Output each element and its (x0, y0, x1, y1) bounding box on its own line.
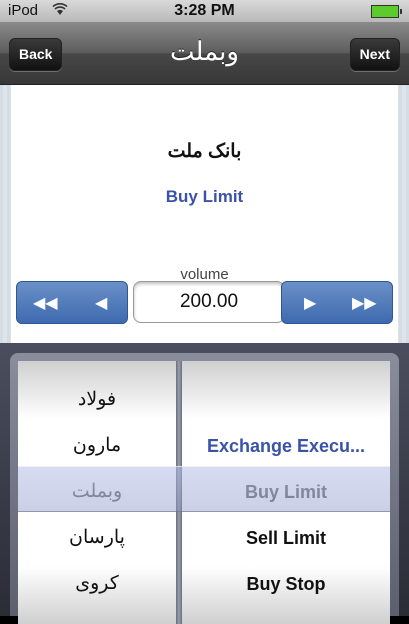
order-type-option[interactable]: Exchange Execu... (182, 423, 390, 469)
back-button[interactable]: Back (9, 38, 63, 71)
page-title: وبملت (170, 36, 239, 66)
order-type-picker-wheel[interactable]: Exchange Execu... Buy Limit Sell Limit B… (182, 361, 390, 624)
status-bar: iPod 3:28 PM (0, 0, 409, 22)
step-back-icon[interactable]: ◀ (95, 293, 107, 313)
order-type-option[interactable]: Buy Stop (182, 561, 390, 607)
picker-area: فولاد مارون وبملت پارسان کروی Exchange E… (0, 343, 409, 624)
symbol-option[interactable]: پارسان (18, 515, 176, 561)
volume-decrement-stepper[interactable]: ◀◀ ◀ (16, 281, 128, 324)
volume-input[interactable]: 200.00 (133, 281, 285, 323)
fast-forward-icon[interactable]: ▶▶ (352, 293, 377, 313)
order-type-option[interactable] (182, 377, 390, 423)
order-type-option-selected[interactable]: Buy Limit (182, 469, 390, 515)
symbol-option[interactable]: کروی (18, 561, 176, 607)
symbol-option[interactable]: فولاد (18, 377, 176, 423)
battery-charging-icon (371, 5, 402, 18)
step-forward-icon[interactable]: ▶ (304, 293, 316, 313)
navigation-bar: Back وبملت Next (0, 22, 409, 85)
fast-rewind-icon[interactable]: ◀◀ (33, 293, 58, 313)
symbol-option[interactable]: مارون (18, 423, 176, 469)
picker-frame: فولاد مارون وبملت پارسان کروی Exchange E… (10, 353, 399, 624)
order-type-label: Buy Limit (165, 187, 244, 206)
symbol-option-selected[interactable]: وبملت (18, 469, 176, 515)
volume-increment-stepper[interactable]: ▶ ▶▶ (281, 281, 393, 324)
order-content: بانک ملت Buy Limit volume ◀◀ ◀ 200.00 ▶ … (0, 85, 409, 343)
symbol-name: بانک ملت (167, 141, 242, 162)
order-type-option[interactable]: Sell Limit (182, 515, 390, 561)
next-button[interactable]: Next (349, 38, 400, 71)
symbol-picker-wheel[interactable]: فولاد مارون وبملت پارسان کروی (18, 361, 176, 624)
status-time: 3:28 PM (174, 2, 235, 19)
